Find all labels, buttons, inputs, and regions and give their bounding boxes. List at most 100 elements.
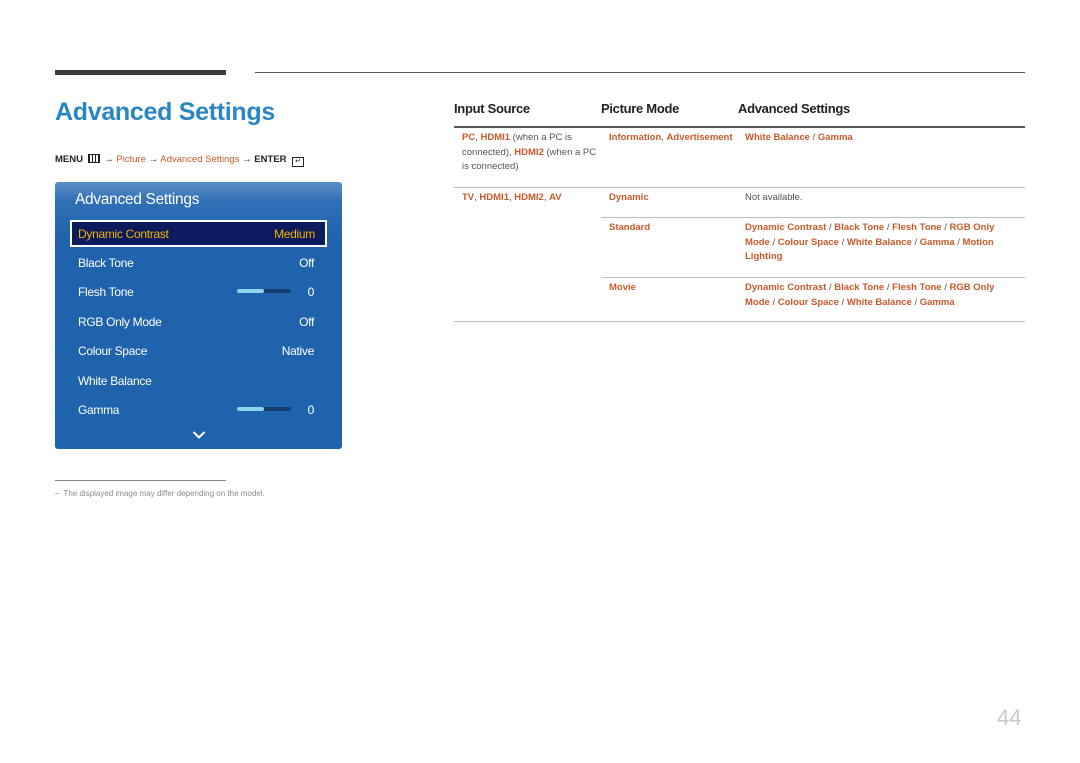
plain-text: / bbox=[941, 222, 950, 233]
table-row-divider bbox=[454, 187, 1025, 188]
menu-option-text: Standard bbox=[609, 222, 651, 233]
menu-option-text: Gamma bbox=[919, 296, 955, 308]
page-number: 44 bbox=[997, 705, 1022, 730]
slider-fill bbox=[237, 289, 264, 293]
plain-text: / bbox=[809, 132, 818, 143]
osd-item-colour-space[interactable]: Colour Space Native bbox=[71, 338, 325, 365]
table-header-rule bbox=[454, 126, 1025, 128]
footnote: – The displayed image may differ dependin… bbox=[55, 489, 265, 498]
osd-item-label: Gamma bbox=[78, 403, 120, 417]
table-row-divider bbox=[601, 217, 1025, 218]
plain-text: / bbox=[884, 282, 893, 293]
osd-item-slider[interactable] bbox=[237, 407, 291, 411]
menu-option-text: Gamma bbox=[919, 236, 955, 248]
menu-option-text: Flesh Tone bbox=[892, 282, 942, 293]
osd-item-label: Black Tone bbox=[78, 256, 134, 270]
menu-option-text: Gamma bbox=[817, 132, 853, 143]
plain-text: / bbox=[941, 282, 950, 293]
menu-option-text: Dynamic Contrast bbox=[745, 222, 827, 233]
col-header-advanced-settings: Advanced Settings bbox=[738, 101, 850, 116]
plain-text: Not available. bbox=[745, 192, 803, 203]
osd-item-label: White Balance bbox=[78, 374, 152, 388]
cell-picture-mode: Standard bbox=[609, 221, 734, 236]
header-rule bbox=[255, 72, 1025, 73]
osd-item-label: Dynamic Contrast bbox=[78, 227, 169, 241]
osd-item-value: Off bbox=[299, 256, 314, 270]
plain-text: / bbox=[911, 296, 920, 308]
menu-option-text: Black Tone bbox=[834, 282, 885, 293]
menu-option-text: TV bbox=[462, 192, 475, 203]
table-row-divider bbox=[454, 321, 1025, 322]
menu-icon bbox=[87, 154, 100, 163]
cell-picture-mode: Movie bbox=[609, 281, 734, 296]
plain-text: / bbox=[769, 236, 778, 248]
footnote-dash: – bbox=[55, 489, 60, 498]
breadcrumb-menu: MENU bbox=[55, 154, 83, 165]
osd-item-value: 0 bbox=[307, 285, 315, 299]
menu-option-text: HDMI2 bbox=[514, 146, 544, 158]
slider-fill bbox=[237, 407, 264, 411]
osd-item-dynamic-contrast[interactable]: Dynamic Contrast Medium bbox=[70, 220, 327, 247]
menu-option-text: Black Tone bbox=[834, 222, 885, 233]
osd-item-flesh-tone[interactable]: Flesh Tone 0 bbox=[71, 279, 325, 306]
osd-item-black-tone[interactable]: Black Tone Off bbox=[71, 250, 325, 277]
osd-item-value: Native bbox=[281, 344, 315, 358]
header-bar-thick bbox=[55, 70, 226, 75]
cell-advanced-settings: Dynamic Contrast / Black Tone / Flesh To… bbox=[745, 281, 1017, 310]
menu-option-text: PC bbox=[462, 132, 476, 143]
col-header-input-source: Input Source bbox=[454, 101, 530, 116]
cell-input-source: TV, HDMI1, HDMI2, AV bbox=[462, 191, 597, 206]
osd-item-white-balance[interactable]: White Balance bbox=[71, 368, 325, 395]
breadcrumb-enter: ENTER bbox=[254, 154, 287, 165]
menu-option-text: Colour Space bbox=[777, 236, 839, 248]
osd-item-value: Off bbox=[299, 315, 314, 329]
plain-text: / bbox=[838, 296, 847, 308]
breadcrumb-arrow: → bbox=[104, 154, 114, 165]
osd-item-label: Colour Space bbox=[78, 344, 148, 358]
menu-option-text: White Balance bbox=[846, 236, 912, 248]
menu-option-text: Dynamic Contrast bbox=[745, 282, 827, 293]
table-row-divider bbox=[601, 277, 1025, 278]
breadcrumb-arrow: → bbox=[148, 154, 159, 165]
osd-item-value: Medium bbox=[274, 227, 315, 241]
menu-option-text: Colour Space bbox=[777, 296, 839, 308]
cell-advanced-settings: Not available. bbox=[745, 191, 1017, 206]
osd-item-label: RGB Only Mode bbox=[78, 315, 162, 329]
osd-item-rgb-only-mode[interactable]: RGB Only Mode Off bbox=[71, 309, 325, 336]
menu-option-text: HDMI1 bbox=[479, 192, 509, 203]
osd-item-value: 0 bbox=[307, 403, 315, 417]
osd-item-gamma[interactable]: Gamma 0 bbox=[71, 397, 325, 424]
col-header-picture-mode: Picture Mode bbox=[601, 101, 680, 116]
breadcrumb-picture: Picture bbox=[116, 154, 146, 165]
menu-option-text: White Balance bbox=[745, 132, 810, 143]
menu-option-text: HDMI1 bbox=[480, 132, 511, 143]
footnote-text: The displayed image may differ depending… bbox=[63, 489, 265, 498]
breadcrumb: MENU → Picture → Advanced Settings → ENT… bbox=[55, 154, 305, 167]
osd-advanced-settings-panel: Advanced Settings Dynamic Contrast Medium… bbox=[55, 182, 342, 449]
breadcrumb-arrow: → bbox=[242, 154, 252, 165]
menu-option-text: Dynamic bbox=[609, 192, 649, 203]
menu-option-text: Movie bbox=[609, 282, 636, 293]
breadcrumb-advanced-settings: Advanced Settings bbox=[160, 154, 240, 165]
osd-item-slider[interactable] bbox=[237, 289, 291, 293]
osd-item-label: Flesh Tone bbox=[78, 285, 134, 299]
footnote-divider bbox=[55, 480, 226, 481]
cell-advanced-settings: Dynamic Contrast / Black Tone / Flesh To… bbox=[745, 221, 1017, 265]
plain-text: / bbox=[838, 236, 847, 248]
menu-option-text: Flesh Tone bbox=[892, 222, 942, 233]
plain-text: / bbox=[769, 296, 778, 308]
osd-title: Advanced Settings bbox=[75, 191, 200, 208]
menu-option-text: HDMI2 bbox=[514, 192, 544, 203]
chevron-down-icon[interactable] bbox=[192, 430, 206, 440]
plain-text: / bbox=[884, 222, 893, 233]
menu-option-text: Information bbox=[609, 132, 662, 143]
cell-advanced-settings: White Balance / Gamma bbox=[745, 131, 1017, 146]
menu-option-text: Advertisement bbox=[666, 132, 733, 143]
menu-option-text: White Balance bbox=[846, 296, 912, 308]
plain-text: / bbox=[911, 236, 920, 248]
cell-picture-mode: Dynamic bbox=[609, 191, 734, 206]
cell-input-source: PC, HDMI1 (when a PC is connected), HDMI… bbox=[462, 131, 597, 175]
menu-option-text: AV bbox=[549, 192, 562, 203]
page-title: Advanced Settings bbox=[55, 98, 275, 126]
cell-picture-mode: Information, Advertisement bbox=[609, 131, 734, 146]
